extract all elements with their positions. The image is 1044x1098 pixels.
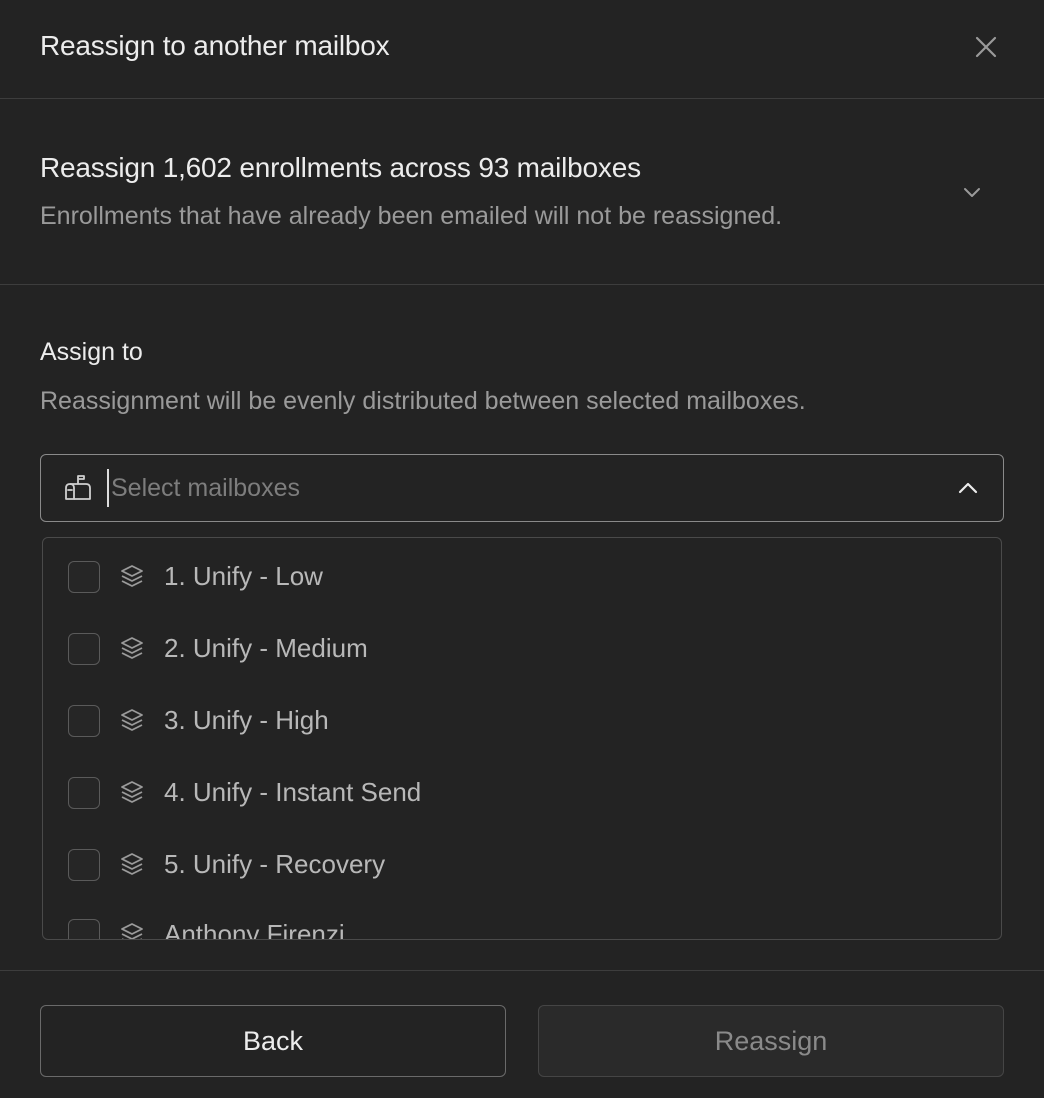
mailbox-option[interactable]: 5. Unify - Recovery — [43, 827, 1001, 899]
option-label: 2. Unify - Medium — [164, 633, 368, 663]
option-checkbox[interactable] — [68, 777, 100, 809]
close-button[interactable] — [966, 27, 1006, 67]
mailbox-option[interactable]: 1. Unify - Low — [43, 539, 1001, 611]
option-checkbox[interactable] — [68, 919, 100, 939]
option-checkbox[interactable] — [68, 561, 100, 593]
layers-icon — [121, 637, 143, 659]
chevron-down-icon — [964, 188, 980, 197]
assign-to-description: Reassignment will be evenly distributed … — [40, 387, 806, 415]
mailbox-icon — [65, 475, 91, 500]
option-label: 4. Unify - Instant Send — [164, 777, 422, 807]
reassign-modal: Reassign to another mailbox Reassign 1,6… — [0, 0, 1044, 1098]
option-checkbox[interactable] — [68, 849, 100, 881]
mailbox-option[interactable]: Anthony Firenzi — [43, 897, 1001, 940]
modal-footer: Back Reassign — [0, 970, 1044, 1098]
layers-icon — [121, 853, 143, 875]
option-label: 3. Unify - High — [164, 705, 329, 735]
mailbox-dropdown-list[interactable]: 1. Unify - Low 2. Unify - Medium 3. Unif… — [42, 537, 1002, 940]
mailbox-option[interactable]: 3. Unify - High — [43, 683, 1001, 755]
option-checkbox[interactable] — [68, 633, 100, 665]
layers-icon — [121, 781, 143, 803]
mailbox-option[interactable]: 4. Unify - Instant Send — [43, 755, 1001, 827]
expand-summary-button[interactable] — [952, 172, 992, 212]
option-label: 5. Unify - Recovery — [164, 849, 386, 879]
reassign-button[interactable]: Reassign — [538, 1005, 1004, 1077]
mailbox-option[interactable]: 2. Unify - Medium — [43, 611, 1001, 683]
summary-title: Reassign 1,602 enrollments across 93 mai… — [40, 152, 641, 183]
close-icon — [975, 36, 997, 58]
chevron-up-icon — [958, 482, 978, 494]
layers-icon — [121, 565, 143, 587]
summary-section: Reassign 1,602 enrollments across 93 mai… — [0, 100, 1044, 285]
layers-icon — [121, 709, 143, 731]
modal-title: Reassign to another mailbox — [40, 30, 390, 61]
option-label: 1. Unify - Low — [164, 561, 323, 591]
mailbox-select[interactable] — [40, 454, 1004, 522]
select-toggle-button[interactable] — [949, 469, 987, 507]
assign-to-label: Assign to — [40, 338, 143, 366]
summary-subtitle: Enrollments that have already been email… — [40, 202, 783, 230]
option-checkbox[interactable] — [68, 705, 100, 737]
modal-header: Reassign to another mailbox — [0, 0, 1044, 99]
layers-icon — [121, 923, 143, 939]
mailbox-search-input[interactable] — [107, 469, 927, 507]
option-label: Anthony Firenzi — [164, 919, 345, 940]
back-button[interactable]: Back — [40, 1005, 506, 1077]
